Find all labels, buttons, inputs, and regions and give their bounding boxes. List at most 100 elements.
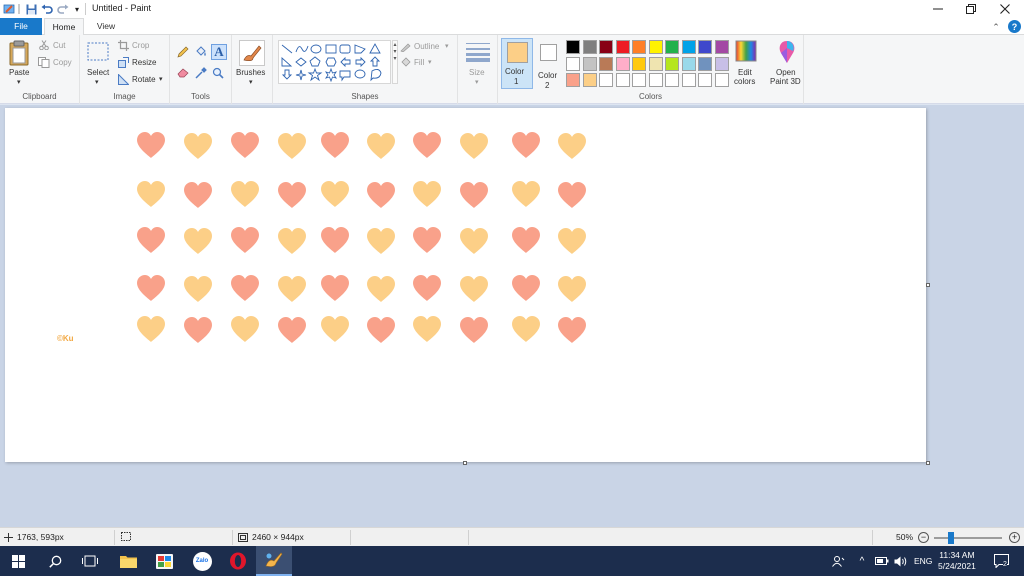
start-icon[interactable]: [0, 546, 36, 576]
select-label[interactable]: Select: [87, 68, 109, 77]
color1-button[interactable]: Color 1: [501, 38, 533, 89]
palette-swatch[interactable]: [698, 56, 712, 71]
palette-swatch[interactable]: [681, 56, 696, 71]
collapse-ribbon-icon[interactable]: ⌃: [990, 21, 1002, 33]
palette-swatch[interactable]: [615, 40, 630, 54]
palette-swatch[interactable]: [681, 40, 696, 54]
crop-label[interactable]: Crop: [132, 41, 149, 50]
paint3d-label-2[interactable]: Paint 3D: [770, 77, 801, 86]
restore-button[interactable]: [954, 0, 988, 18]
palette-swatch[interactable]: [648, 73, 663, 87]
palette-swatch[interactable]: [632, 73, 646, 87]
select-icon[interactable]: [87, 42, 109, 62]
show-hidden-icons-icon[interactable]: ^: [856, 546, 868, 576]
clock[interactable]: 11:34 AM 5/24/2021: [938, 546, 976, 576]
palette-swatch[interactable]: [566, 56, 580, 71]
palette-swatch[interactable]: [648, 40, 663, 54]
resize-icon[interactable]: [118, 57, 129, 68]
fill-label[interactable]: Fill: [414, 58, 424, 67]
palette-swatch[interactable]: [714, 40, 729, 54]
zoom-in-button[interactable]: +: [1009, 532, 1020, 543]
resize-handle-corner[interactable]: [926, 461, 930, 465]
brushes-label[interactable]: Brushes: [236, 68, 265, 77]
palette-swatch[interactable]: [714, 56, 729, 71]
palette-swatch[interactable]: [681, 73, 696, 87]
palette-swatch[interactable]: [714, 73, 729, 87]
help-icon[interactable]: ?: [1008, 20, 1021, 33]
palette-swatch[interactable]: [665, 56, 679, 71]
fill-bucket-icon[interactable]: [194, 45, 208, 59]
palette-swatch[interactable]: [615, 73, 630, 87]
palette-swatch[interactable]: [566, 40, 580, 54]
cut-icon[interactable]: [39, 40, 49, 50]
resize-handle-bottom[interactable]: [463, 461, 467, 465]
search-icon[interactable]: [36, 546, 74, 576]
paint-taskbar-icon[interactable]: [256, 546, 292, 576]
edit-colors-icon[interactable]: [734, 39, 758, 63]
fill-dropdown-icon[interactable]: ▾: [428, 58, 432, 66]
paste-label[interactable]: Paste: [9, 68, 29, 77]
battery-icon[interactable]: [874, 546, 890, 576]
zoom-slider-thumb[interactable]: [948, 532, 954, 544]
select-dropdown-icon[interactable]: ▾: [95, 78, 99, 86]
brushes-icon[interactable]: [239, 40, 265, 66]
redo-icon[interactable]: [56, 2, 70, 16]
palette-swatch[interactable]: [599, 40, 613, 54]
save-icon[interactable]: [24, 2, 38, 16]
palette-swatch[interactable]: [599, 56, 613, 71]
volume-icon[interactable]: [892, 546, 908, 576]
brushes-dropdown-icon[interactable]: ▾: [249, 78, 253, 86]
size-label[interactable]: Size: [469, 68, 485, 77]
canvas-workspace[interactable]: ©Ku: [0, 105, 1024, 527]
palette-swatch[interactable]: [698, 40, 712, 54]
magnifier-icon[interactable]: [211, 66, 225, 80]
paint-app-icon[interactable]: [2, 2, 16, 16]
zoom-out-button[interactable]: −: [918, 532, 929, 543]
drawing-canvas[interactable]: ©Ku: [5, 108, 926, 462]
tab-file[interactable]: File: [0, 18, 42, 35]
pencil-icon[interactable]: [176, 45, 190, 59]
cut-label[interactable]: Cut: [53, 41, 65, 50]
color-picker-icon[interactable]: [194, 66, 208, 80]
edit-colors-label-2[interactable]: colors: [734, 77, 755, 86]
text-tool-icon[interactable]: A: [211, 44, 227, 60]
tab-home[interactable]: Home: [44, 18, 84, 36]
tab-view[interactable]: View: [86, 18, 126, 35]
outline-label[interactable]: Outline: [414, 42, 439, 51]
notifications-icon[interactable]: 2: [990, 546, 1012, 576]
zoom-slider[interactable]: [934, 532, 1002, 544]
palette-swatch[interactable]: [566, 73, 580, 87]
resize-handle-right[interactable]: [926, 283, 930, 287]
opera-icon[interactable]: [220, 546, 256, 576]
minimize-button[interactable]: [921, 0, 955, 18]
close-button[interactable]: [988, 0, 1022, 18]
zalo-icon[interactable]: Zalo: [184, 546, 220, 576]
undo-icon[interactable]: [40, 2, 54, 16]
palette-swatch[interactable]: [665, 73, 679, 87]
palette-swatch[interactable]: [665, 40, 679, 54]
palette-swatch[interactable]: [698, 73, 712, 87]
shapes-gallery[interactable]: [278, 40, 391, 84]
outline-icon[interactable]: [400, 41, 411, 52]
task-view-icon[interactable]: [74, 546, 106, 576]
palette-swatch[interactable]: [615, 56, 630, 71]
palette-swatch[interactable]: [632, 56, 646, 71]
palette-swatch[interactable]: [582, 73, 597, 87]
resize-label[interactable]: Resize: [132, 58, 156, 67]
palette-swatch[interactable]: [648, 56, 663, 71]
people-icon[interactable]: [830, 546, 846, 576]
rotate-dropdown-icon[interactable]: ▾: [159, 75, 163, 83]
palette-swatch[interactable]: [582, 56, 597, 71]
photos-icon[interactable]: [146, 546, 182, 576]
language-indicator[interactable]: ENG: [914, 546, 932, 576]
size-dropdown-icon[interactable]: ▾: [475, 78, 479, 86]
shapes-scroll[interactable]: ▴ ▾ ▾: [392, 40, 398, 84]
palette-swatch[interactable]: [632, 40, 646, 54]
size-icon[interactable]: [465, 41, 491, 63]
copy-icon[interactable]: [38, 57, 50, 68]
customize-toolbar-icon[interactable]: ▾: [72, 2, 82, 16]
paste-icon[interactable]: [8, 40, 32, 66]
outline-dropdown-icon[interactable]: ▾: [445, 42, 449, 50]
copy-label[interactable]: Copy: [53, 58, 72, 67]
eraser-icon[interactable]: [176, 66, 190, 80]
